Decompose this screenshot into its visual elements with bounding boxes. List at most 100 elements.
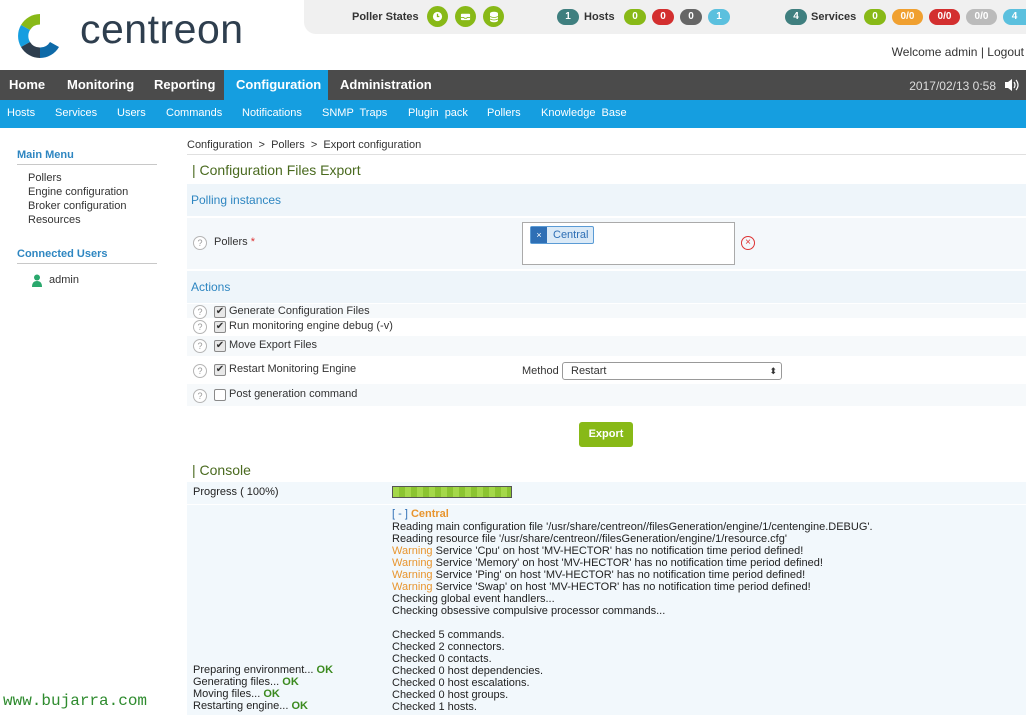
nav-datetime: 2017/02/13 0:58 xyxy=(909,79,996,93)
pollers-label: Pollers * xyxy=(214,236,255,248)
console-line: Checking global event handlers... xyxy=(392,593,555,605)
services-total-badge[interactable]: 4 xyxy=(785,9,807,25)
breadcrumb[interactable]: Configuration > Pollers > Export configu… xyxy=(187,139,421,151)
console-line: Checked 0 contacts. xyxy=(392,653,492,665)
console-line: Checked 0 host groups. xyxy=(392,689,509,701)
subnav-services[interactable]: Services xyxy=(55,107,97,119)
brand-name: centreon xyxy=(80,6,244,52)
move-export-checkbox[interactable]: ✔ xyxy=(214,340,226,352)
speaker-icon[interactable] xyxy=(1004,78,1020,92)
console-area xyxy=(187,482,1026,715)
hosts-up-badge[interactable]: 0 xyxy=(624,9,646,25)
progress-label: Progress ( 100%) xyxy=(193,486,279,498)
nav-configuration[interactable]: Configuration xyxy=(224,70,328,100)
logout-link[interactable]: Logout xyxy=(987,45,1024,59)
console-line: Checked 1 hosts. xyxy=(392,701,477,713)
actions-title: Actions xyxy=(191,280,231,294)
subnav-knowledge-base[interactable]: Knowledge Base xyxy=(541,107,627,119)
method-select[interactable]: Restart ⬍ xyxy=(562,362,782,380)
welcome-area: Welcome admin | Logout xyxy=(892,45,1024,59)
services-pending-badge[interactable]: 4 xyxy=(1003,9,1026,25)
subnav-pollers[interactable]: Pollers xyxy=(487,107,521,119)
watermark: www.bujarra.com xyxy=(3,692,148,710)
connected-user-admin[interactable]: admin xyxy=(49,274,79,286)
services-unknown-badge[interactable]: 0/0 xyxy=(966,9,997,25)
polling-instances-title: Polling instances xyxy=(191,193,282,207)
subnav-plugin-pack[interactable]: Plugin pack xyxy=(408,107,468,119)
subnav-notifications[interactable]: Notifications xyxy=(242,107,302,119)
hosts-total-badge[interactable]: 1 xyxy=(557,9,579,25)
hosts-unreachable-badge[interactable]: 0 xyxy=(680,9,702,25)
hosts-pending-badge[interactable]: 1 xyxy=(708,9,730,25)
tag-label: Central xyxy=(553,229,589,241)
help-icon[interactable]: ? xyxy=(193,364,207,378)
subnav-commands[interactable]: Commands xyxy=(166,107,222,119)
polling-instances-header xyxy=(187,184,1026,216)
console-line: Checked 0 host escalations. xyxy=(392,677,530,689)
post-generation-checkbox[interactable] xyxy=(214,389,226,401)
move-export-label: Move Export Files xyxy=(229,339,318,351)
restart-engine-label: Restart Monitoring Engine xyxy=(229,363,357,375)
clear-selection-icon[interactable]: × xyxy=(741,236,755,250)
help-icon[interactable]: ? xyxy=(193,339,207,353)
subnav-hosts[interactable]: Hosts xyxy=(7,107,35,119)
services-label: Services xyxy=(811,11,857,23)
console-line: Reading resource file '/usr/share/centre… xyxy=(392,533,787,545)
poller-output-header: [ - ] Central xyxy=(392,508,449,520)
help-icon[interactable]: ? xyxy=(193,389,207,403)
poller-tag-central[interactable]: × Central xyxy=(530,226,594,244)
actions-header xyxy=(187,271,1026,303)
console-line: Warning Service 'Cpu' on host 'MV-HECTOR… xyxy=(392,545,804,557)
method-value: Restart xyxy=(571,365,607,377)
step-restarting: Restarting engine... OK xyxy=(193,700,308,712)
step-preparing: Preparing environment... OK xyxy=(193,664,334,676)
nav-reporting[interactable]: Reporting xyxy=(142,70,227,100)
generate-config-checkbox[interactable]: ✔ xyxy=(214,306,226,318)
nav-administration[interactable]: Administration xyxy=(328,70,444,100)
database-icon[interactable] xyxy=(483,6,504,27)
restart-engine-checkbox[interactable]: ✔ xyxy=(214,364,226,376)
clock-icon[interactable] xyxy=(427,6,448,27)
hosts-down-badge[interactable]: 0 xyxy=(652,9,674,25)
sidebar-item-broker-configuration[interactable]: Broker configuration xyxy=(28,200,126,212)
export-button[interactable]: Export xyxy=(579,422,633,447)
help-icon[interactable]: ? xyxy=(193,320,207,334)
main-menu-title: Main Menu xyxy=(17,149,157,165)
services-critical-badge[interactable]: 0/0 xyxy=(929,9,960,25)
services-ok-badge[interactable]: 0 xyxy=(864,9,886,25)
console-title: | Console xyxy=(192,462,251,478)
console-line: Warning Service 'Ping' on host 'MV-HECTO… xyxy=(392,569,806,581)
poller-collapse-toggle[interactable]: [ - ] xyxy=(392,508,408,520)
nav-monitoring[interactable]: Monitoring xyxy=(55,70,146,100)
sidebar-item-pollers[interactable]: Pollers xyxy=(28,172,62,184)
sidebar-item-engine-configuration[interactable]: Engine configuration xyxy=(28,186,128,198)
help-icon[interactable]: ? xyxy=(193,305,207,319)
main-nav: Home Monitoring Reporting Configuration … xyxy=(0,70,1026,100)
console-line: Reading main configuration file '/usr/sh… xyxy=(392,521,873,533)
tag-remove-icon[interactable]: × xyxy=(531,227,547,243)
step-generating: Generating files... OK xyxy=(193,676,299,688)
subnav-snmp-traps[interactable]: SNMP Traps xyxy=(322,107,387,119)
debug-checkbox[interactable]: ✔ xyxy=(214,321,226,333)
nav-home[interactable]: Home xyxy=(0,70,57,100)
debug-label: Run monitoring engine debug (-v) xyxy=(229,320,393,332)
poller-name: Central xyxy=(410,508,449,520)
step-moving: Moving files... OK xyxy=(193,688,280,700)
subnav-users[interactable]: Users xyxy=(117,107,146,119)
progress-bar xyxy=(392,486,512,498)
console-line: Warning Service 'Memory' on host 'MV-HEC… xyxy=(392,557,823,569)
console-divider xyxy=(187,504,1026,505)
connected-users-title: Connected Users xyxy=(17,248,157,264)
inbox-icon[interactable] xyxy=(455,6,476,27)
hosts-label: Hosts xyxy=(584,11,615,23)
console-line: Checked 0 host dependencies. xyxy=(392,665,544,677)
help-icon[interactable]: ? xyxy=(193,236,207,250)
select-arrows-icon: ⬍ xyxy=(769,366,777,376)
welcome-text: Welcome admin xyxy=(891,45,978,59)
services-warning-badge[interactable]: 0/0 xyxy=(892,9,923,25)
sidebar-item-resources[interactable]: Resources xyxy=(28,214,81,226)
console-line: Warning Service 'Swap' on host 'MV-HECTO… xyxy=(392,581,811,593)
console-line: Checked 2 connectors. xyxy=(392,641,505,653)
poller-states-label: Poller States xyxy=(352,11,419,23)
generate-config-label: Generate Configuration Files xyxy=(229,305,370,317)
